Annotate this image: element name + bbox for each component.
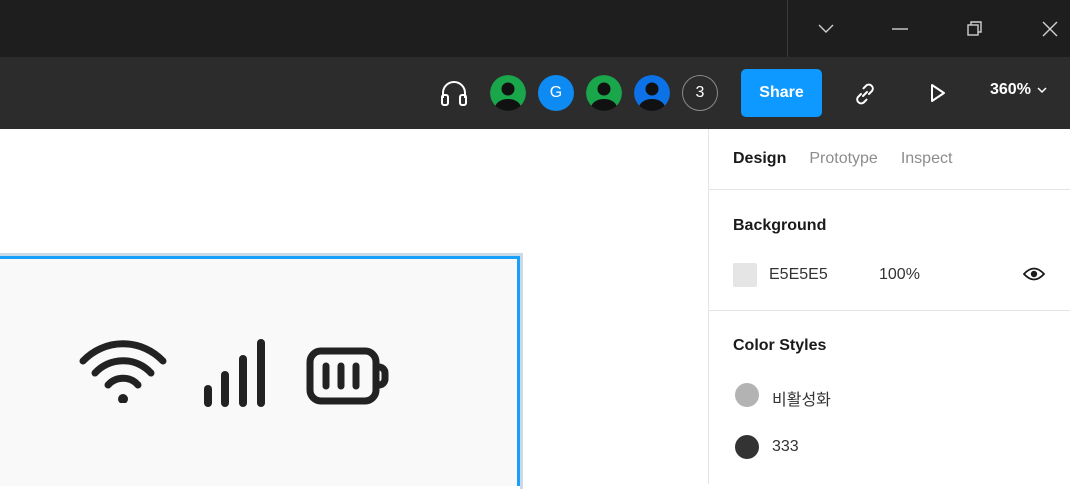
close-icon[interactable]	[1035, 14, 1065, 44]
eye-icon[interactable]	[1022, 266, 1046, 287]
tab-prototype[interactable]: Prototype	[809, 150, 877, 168]
zoom-dropdown[interactable]: 360%	[990, 81, 1047, 99]
panel-tabs: Design Prototype Inspect	[709, 129, 1070, 190]
background-color-swatch[interactable]	[733, 263, 757, 287]
design-canvas[interactable]	[0, 129, 708, 489]
tab-inspect[interactable]: Inspect	[901, 150, 953, 168]
headphones-icon[interactable]	[439, 78, 469, 113]
more-users-count[interactable]: 3	[682, 75, 718, 111]
color-style-swatch[interactable]	[735, 435, 759, 459]
color-styles-title: Color Styles	[733, 337, 827, 354]
properties-panel: Design Prototype Inspect Background E5E5…	[708, 129, 1070, 484]
battery-icon	[306, 347, 389, 405]
background-title: Background	[733, 217, 827, 234]
background-hex[interactable]: E5E5E5	[769, 266, 828, 284]
color-style-name[interactable]: 비활성화	[772, 386, 831, 410]
avatar-user-1[interactable]	[490, 75, 526, 111]
minimize-icon[interactable]	[885, 14, 915, 44]
background-opacity[interactable]: 100%	[879, 266, 920, 284]
more-users-count-label: 3	[695, 84, 705, 101]
play-icon[interactable]	[929, 83, 947, 108]
avatar-user-2[interactable]: G	[538, 75, 574, 111]
color-styles-section: Color Styles 비활성화 333	[709, 311, 1070, 483]
background-section: Background E5E5E5 100%	[709, 190, 1070, 311]
signal-bars-icon	[204, 339, 265, 407]
zoom-level: 360%	[990, 81, 1031, 98]
avatar-letter: G	[549, 84, 563, 101]
avatar-user-4[interactable]	[634, 75, 670, 111]
chevron-down-icon	[1037, 86, 1047, 93]
color-style-swatch[interactable]	[735, 383, 759, 407]
editor-toolbar: G 3 Share 360%	[0, 57, 1070, 129]
color-style-name[interactable]: 333	[772, 438, 799, 456]
restore-icon[interactable]	[960, 14, 990, 44]
titlebar-divider	[787, 0, 788, 57]
share-button[interactable]: Share	[741, 69, 822, 117]
selected-frame[interactable]	[0, 256, 520, 486]
tab-design[interactable]: Design	[733, 150, 786, 168]
avatar-user-3[interactable]	[586, 75, 622, 111]
link-icon[interactable]	[852, 81, 878, 112]
wifi-icon	[79, 340, 167, 403]
chevron-down-icon[interactable]	[811, 14, 841, 44]
window-titlebar	[0, 0, 1070, 57]
